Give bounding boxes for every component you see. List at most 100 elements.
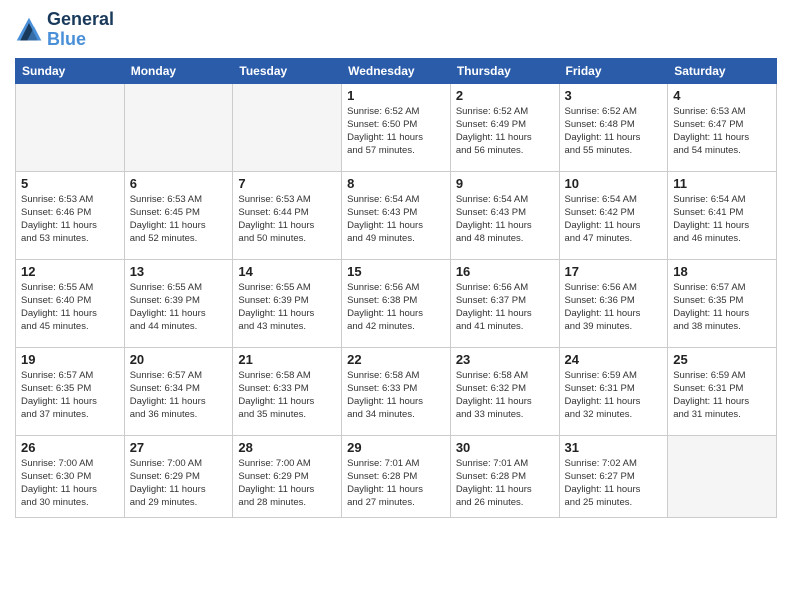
calendar-cell [233,83,342,171]
day-number: 12 [21,264,119,279]
calendar-cell: 1 Sunrise: 6:52 AM Sunset: 6:50 PM Daylig… [342,83,451,171]
calendar-cell: 24 Sunrise: 6:59 AM Sunset: 6:31 PM Dayli… [559,347,668,435]
day-number: 31 [565,440,663,455]
calendar-cell: 28Sunrise: 7:00 AM Sunset: 6:29 PM Dayli… [233,435,342,517]
day-number: 17 [565,264,663,279]
day-info: Sunrise: 6:57 AM Sunset: 6:35 PM Dayligh… [673,281,771,334]
day-number: 28 [238,440,336,455]
day-info: Sunrise: 6:56 AM Sunset: 6:38 PM Dayligh… [347,281,445,334]
calendar-week-2: 12 Sunrise: 6:55 AM Sunset: 6:40 PM Dayli… [16,259,777,347]
day-number: 3 [565,88,663,103]
day-number: 27 [130,440,228,455]
calendar-header-sunday: Sunday [16,58,125,83]
calendar-header-monday: Monday [124,58,233,83]
day-info: Sunrise: 6:54 AM Sunset: 6:41 PM Dayligh… [673,193,771,246]
logo-line2: Blue [47,29,86,49]
calendar-cell: 2 Sunrise: 6:52 AM Sunset: 6:49 PM Daylig… [450,83,559,171]
day-number: 11 [673,176,771,191]
day-info: Sunrise: 6:54 AM Sunset: 6:43 PM Dayligh… [456,193,554,246]
calendar-cell: 17 Sunrise: 6:56 AM Sunset: 6:36 PM Dayli… [559,259,668,347]
calendar-cell: 15 Sunrise: 6:56 AM Sunset: 6:38 PM Dayli… [342,259,451,347]
calendar-week-1: 5 Sunrise: 6:53 AM Sunset: 6:46 PM Daylig… [16,171,777,259]
day-number: 2 [456,88,554,103]
day-number: 24 [565,352,663,367]
day-info: Sunrise: 6:52 AM Sunset: 6:48 PM Dayligh… [565,105,663,158]
day-info: Sunrise: 6:52 AM Sunset: 6:49 PM Dayligh… [456,105,554,158]
day-number: 23 [456,352,554,367]
day-info: Sunrise: 6:58 AM Sunset: 6:32 PM Dayligh… [456,369,554,422]
day-number: 13 [130,264,228,279]
day-info: Sunrise: 6:56 AM Sunset: 6:37 PM Dayligh… [456,281,554,334]
day-info: Sunrise: 6:52 AM Sunset: 6:50 PM Dayligh… [347,105,445,158]
calendar-header-row: SundayMondayTuesdayWednesdayThursdayFrid… [16,58,777,83]
day-info: Sunrise: 6:53 AM Sunset: 6:46 PM Dayligh… [21,193,119,246]
calendar-week-3: 19 Sunrise: 6:57 AM Sunset: 6:35 PM Dayli… [16,347,777,435]
calendar-cell: 22Sunrise: 6:58 AM Sunset: 6:33 PM Dayli… [342,347,451,435]
calendar-cell: 4 Sunrise: 6:53 AM Sunset: 6:47 PM Daylig… [668,83,777,171]
calendar-cell: 8 Sunrise: 6:54 AM Sunset: 6:43 PM Daylig… [342,171,451,259]
day-info: Sunrise: 6:53 AM Sunset: 6:47 PM Dayligh… [673,105,771,158]
day-info: Sunrise: 7:01 AM Sunset: 6:28 PM Dayligh… [456,457,554,510]
day-info: Sunrise: 6:58 AM Sunset: 6:33 PM Dayligh… [238,369,336,422]
day-number: 4 [673,88,771,103]
calendar-cell: 16 Sunrise: 6:56 AM Sunset: 6:37 PM Dayli… [450,259,559,347]
calendar-cell: 26 Sunrise: 7:00 AM Sunset: 6:30 PM Dayli… [16,435,125,517]
day-info: Sunrise: 6:54 AM Sunset: 6:42 PM Dayligh… [565,193,663,246]
day-info: Sunrise: 6:57 AM Sunset: 6:34 PM Dayligh… [130,369,228,422]
calendar-cell: 30 Sunrise: 7:01 AM Sunset: 6:28 PM Dayli… [450,435,559,517]
calendar-cell: 23 Sunrise: 6:58 AM Sunset: 6:32 PM Dayli… [450,347,559,435]
page: General Blue SundayMondayTuesdayWednesda… [0,0,792,612]
day-info: Sunrise: 7:00 AM Sunset: 6:29 PM Dayligh… [130,457,228,510]
calendar-header-thursday: Thursday [450,58,559,83]
calendar-cell: 12 Sunrise: 6:55 AM Sunset: 6:40 PM Dayli… [16,259,125,347]
calendar-cell: 9 Sunrise: 6:54 AM Sunset: 6:43 PM Daylig… [450,171,559,259]
calendar-header-friday: Friday [559,58,668,83]
calendar-cell: 3 Sunrise: 6:52 AM Sunset: 6:48 PM Daylig… [559,83,668,171]
day-info: Sunrise: 7:00 AM Sunset: 6:30 PM Dayligh… [21,457,119,510]
day-info: Sunrise: 6:55 AM Sunset: 6:39 PM Dayligh… [238,281,336,334]
day-number: 7 [238,176,336,191]
calendar-cell: 21 Sunrise: 6:58 AM Sunset: 6:33 PM Dayli… [233,347,342,435]
day-info: Sunrise: 7:02 AM Sunset: 6:27 PM Dayligh… [565,457,663,510]
day-number: 9 [456,176,554,191]
logo-text: General Blue [47,10,114,50]
day-number: 15 [347,264,445,279]
calendar-week-0: 1 Sunrise: 6:52 AM Sunset: 6:50 PM Daylig… [16,83,777,171]
day-info: Sunrise: 6:55 AM Sunset: 6:40 PM Dayligh… [21,281,119,334]
day-number: 19 [21,352,119,367]
calendar-cell: 5 Sunrise: 6:53 AM Sunset: 6:46 PM Daylig… [16,171,125,259]
day-number: 14 [238,264,336,279]
day-info: Sunrise: 6:58 AM Sunset: 6:33 PM Dayligh… [347,369,445,422]
day-number: 5 [21,176,119,191]
calendar-cell: 27 Sunrise: 7:00 AM Sunset: 6:29 PM Dayli… [124,435,233,517]
logo-line1: General [47,10,114,30]
day-number: 20 [130,352,228,367]
day-info: Sunrise: 7:01 AM Sunset: 6:28 PM Dayligh… [347,457,445,510]
calendar-header-wednesday: Wednesday [342,58,451,83]
day-number: 16 [456,264,554,279]
calendar-cell: 29 Sunrise: 7:01 AM Sunset: 6:28 PM Dayli… [342,435,451,517]
day-info: Sunrise: 6:57 AM Sunset: 6:35 PM Dayligh… [21,369,119,422]
day-number: 1 [347,88,445,103]
calendar-cell: 11 Sunrise: 6:54 AM Sunset: 6:41 PM Dayli… [668,171,777,259]
calendar-cell [124,83,233,171]
day-number: 18 [673,264,771,279]
day-info: Sunrise: 6:54 AM Sunset: 6:43 PM Dayligh… [347,193,445,246]
day-number: 6 [130,176,228,191]
calendar-cell [668,435,777,517]
calendar-cell: 6Sunrise: 6:53 AM Sunset: 6:45 PM Daylig… [124,171,233,259]
day-number: 10 [565,176,663,191]
calendar-cell [16,83,125,171]
day-info: Sunrise: 6:59 AM Sunset: 6:31 PM Dayligh… [565,369,663,422]
day-info: Sunrise: 6:55 AM Sunset: 6:39 PM Dayligh… [130,281,228,334]
day-number: 29 [347,440,445,455]
day-info: Sunrise: 6:53 AM Sunset: 6:44 PM Dayligh… [238,193,336,246]
calendar-cell: 14 Sunrise: 6:55 AM Sunset: 6:39 PM Dayli… [233,259,342,347]
day-info: Sunrise: 6:56 AM Sunset: 6:36 PM Dayligh… [565,281,663,334]
day-number: 21 [238,352,336,367]
day-number: 30 [456,440,554,455]
day-number: 25 [673,352,771,367]
day-number: 8 [347,176,445,191]
calendar-header-saturday: Saturday [668,58,777,83]
day-number: 26 [21,440,119,455]
